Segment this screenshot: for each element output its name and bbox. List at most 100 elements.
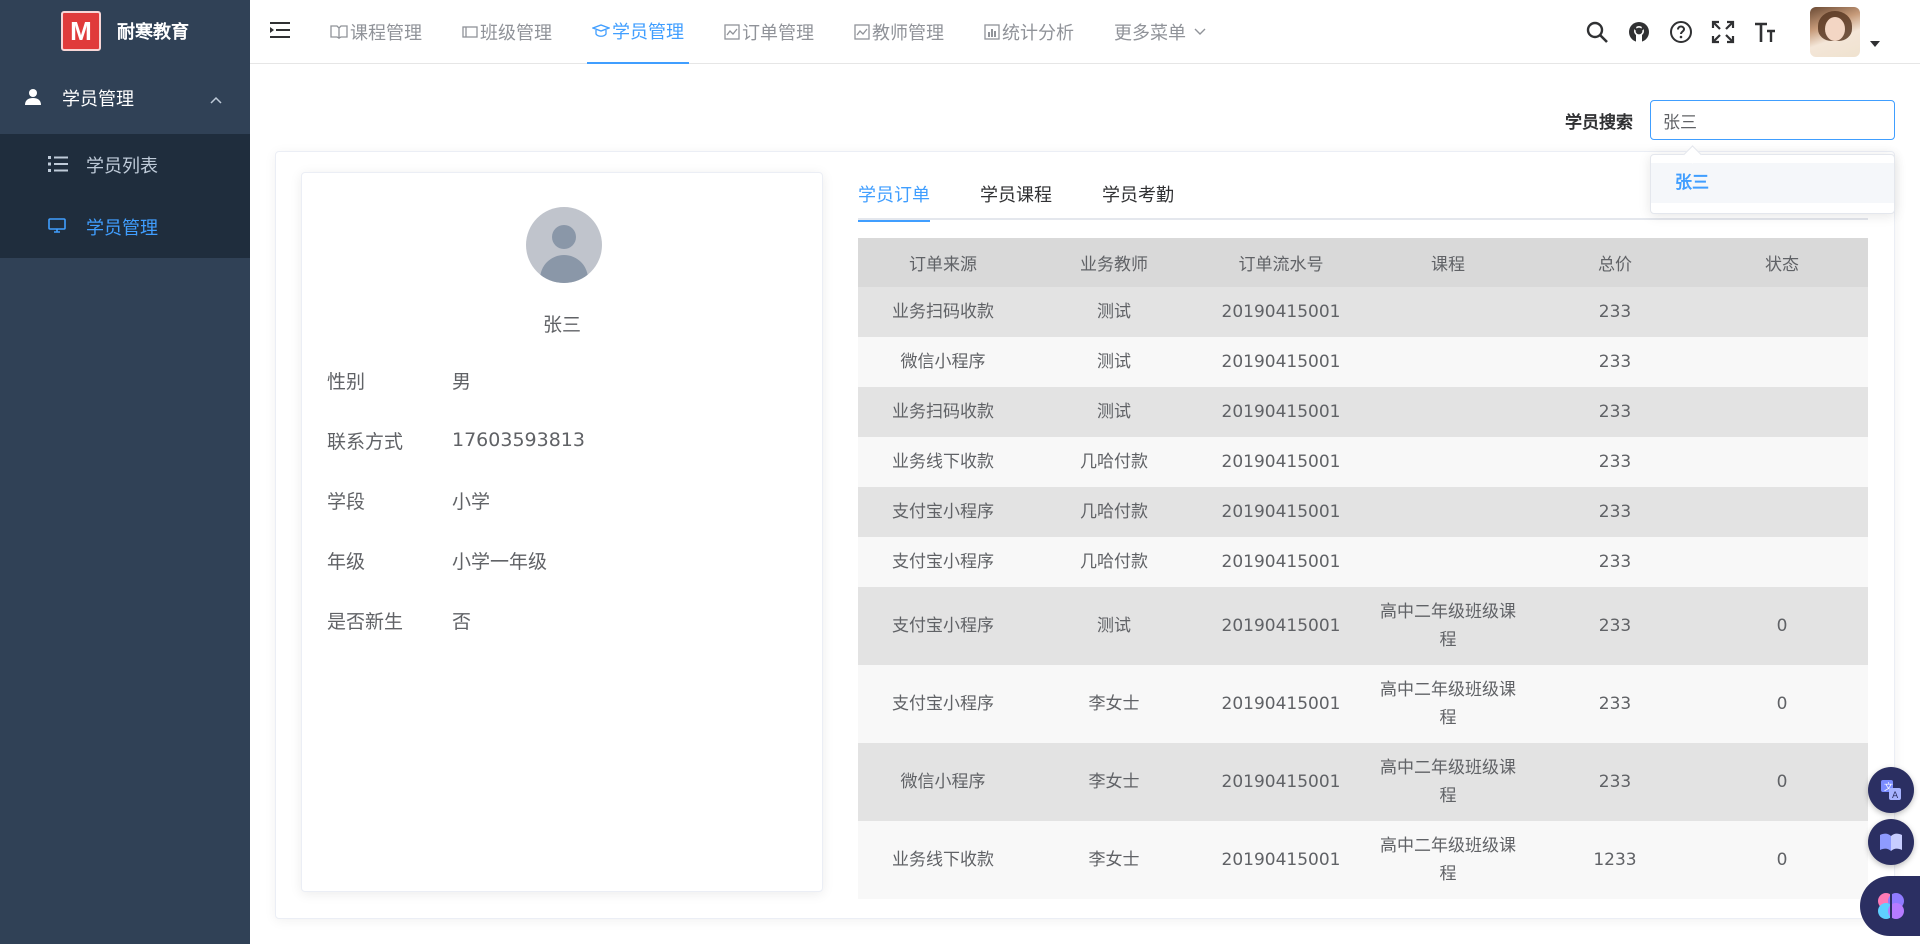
table-cell: 业务线下收款: [858, 437, 1028, 487]
tag-icon: [462, 25, 478, 39]
table-cell: 李女士: [1028, 665, 1200, 743]
table-cell: 233: [1534, 587, 1696, 665]
nav-course[interactable]: 课程管理: [325, 0, 427, 64]
table-cell: 0: [1696, 665, 1868, 743]
table-cell: 233: [1534, 537, 1696, 587]
table-row[interactable]: 微信小程序 测试 20190415001 233: [858, 337, 1868, 387]
table-row[interactable]: 支付宝小程序 测试 20190415001 高中二年级班级课程 233 0: [858, 587, 1868, 665]
nav-order[interactable]: 订单管理: [719, 0, 819, 64]
table-row[interactable]: 微信小程序 李女士 20190415001 高中二年级班级课程 233 0: [858, 743, 1868, 821]
profile-field-grade: 年级 小学一年级: [327, 545, 547, 575]
table-cell: 233: [1534, 665, 1696, 743]
table-cell: 支付宝小程序: [858, 665, 1028, 743]
topbar: 课程管理 班级管理 学员管理 订单管理 教师管理 统计分析 更多菜单: [250, 0, 1920, 64]
field-key: 是否新生: [327, 610, 404, 633]
bars-icon: [984, 24, 1000, 40]
book-icon: [330, 24, 348, 40]
reader-fab[interactable]: [1868, 819, 1914, 865]
table-cell: 20190415001: [1200, 287, 1362, 337]
table-cell: 20190415001: [1200, 665, 1362, 743]
sidebar-submenu: 学员列表 学员管理: [0, 134, 250, 258]
table-cell: 0: [1696, 821, 1868, 899]
orders-table: 订单来源 业务教师 订单流水号 课程 总价 状态 业务扫码收款 测试 2019041…: [858, 238, 1868, 899]
table-cell: [1362, 287, 1534, 337]
table-cell: 20190415001: [1200, 437, 1362, 487]
suggestion-item[interactable]: 张三: [1651, 163, 1894, 203]
table-cell: 几哈付款: [1028, 437, 1200, 487]
logo[interactable]: M 耐寒教育: [0, 0, 250, 62]
top-nav: 课程管理 班级管理 学员管理 订单管理 教师管理 统计分析 更多菜单: [325, 0, 1241, 64]
table-row[interactable]: 业务扫码收款 测试 20190415001 233: [858, 287, 1868, 337]
field-key: 性别: [327, 370, 366, 393]
tab-attendance[interactable]: 学员考勤: [1102, 172, 1174, 220]
table-row[interactable]: 业务线下收款 几哈付款 20190415001 233: [858, 437, 1868, 487]
column-header: 课程: [1362, 238, 1534, 287]
table-row[interactable]: 业务线下收款 李女士 20190415001 高中二年级班级课程 1233 0: [858, 821, 1868, 899]
help-icon[interactable]: [1660, 11, 1702, 53]
brain-icon: [1878, 893, 1904, 919]
avatar[interactable]: [1810, 7, 1860, 57]
field-value: 小学一年级: [452, 550, 548, 573]
search-label: 学员搜索: [1565, 113, 1633, 133]
table-cell: [1696, 537, 1868, 587]
column-header: 总价: [1534, 238, 1696, 287]
monitor-icon: [48, 217, 68, 237]
table-cell: 1233: [1534, 821, 1696, 899]
table-cell: 测试: [1028, 287, 1200, 337]
table-cell: 测试: [1028, 587, 1200, 665]
search-icon[interactable]: [1576, 11, 1618, 53]
svg-text:A: A: [1892, 791, 1899, 801]
nav-statistics[interactable]: 统计分析: [979, 0, 1079, 64]
table-row[interactable]: 支付宝小程序 几哈付款 20190415001 233: [858, 537, 1868, 587]
nav-teacher[interactable]: 教师管理: [849, 0, 949, 64]
sidebar-item-student-list[interactable]: 学员列表: [0, 134, 250, 196]
field-key: 联系方式: [327, 430, 404, 453]
chart-icon: [724, 24, 740, 40]
table-cell: 20190415001: [1200, 821, 1362, 899]
chevron-down-icon: [1194, 28, 1206, 36]
nav-label: 更多菜单: [1114, 23, 1186, 44]
table-row[interactable]: 支付宝小程序 李女士 20190415001 高中二年级班级课程 233 0: [858, 665, 1868, 743]
table-cell: 测试: [1028, 337, 1200, 387]
sidebar-item-student-manage[interactable]: 学员管理: [0, 196, 250, 258]
nav-more[interactable]: 更多菜单: [1109, 0, 1211, 64]
user-icon: [24, 88, 44, 108]
table-cell: 0: [1696, 587, 1868, 665]
nav-label: 班级管理: [480, 23, 552, 44]
profile-field-phone: 联系方式 17603593813: [327, 425, 585, 455]
field-value: 小学: [452, 490, 491, 513]
search-input[interactable]: [1650, 100, 1895, 140]
profile-field-gender: 性别 男: [327, 365, 471, 395]
assistant-fab[interactable]: [1860, 876, 1920, 936]
table-cell: 高中二年级班级课程: [1362, 665, 1534, 743]
table-cell: [1362, 537, 1534, 587]
graduate-icon: [592, 23, 610, 39]
profile-avatar: [526, 207, 602, 283]
nav-class[interactable]: 班级管理: [457, 0, 557, 64]
table-cell: 业务线下收款: [858, 821, 1028, 899]
tab-courses[interactable]: 学员课程: [980, 172, 1052, 220]
github-icon[interactable]: [1618, 11, 1660, 53]
fullscreen-icon[interactable]: [1702, 11, 1744, 53]
user-menu[interactable]: [1810, 7, 1880, 57]
nav-student[interactable]: 学员管理: [587, 0, 689, 64]
table-cell: 233: [1534, 487, 1696, 537]
translate-fab[interactable]: 文A: [1868, 767, 1914, 813]
field-value: 男: [452, 370, 472, 393]
table-row[interactable]: 支付宝小程序 几哈付款 20190415001 233: [858, 487, 1868, 537]
chart-icon: [854, 24, 870, 40]
hamburger-icon[interactable]: [270, 20, 292, 45]
table-cell: 李女士: [1028, 743, 1200, 821]
table-cell: 233: [1534, 743, 1696, 821]
table-row[interactable]: 业务扫码收款 测试 20190415001 233: [858, 387, 1868, 437]
chevron-up-icon: [210, 88, 222, 109]
tab-orders[interactable]: 学员订单: [858, 172, 930, 222]
sidebar-group-student[interactable]: 学员管理: [0, 62, 250, 134]
nav-label: 教师管理: [872, 23, 944, 44]
table-cell: 业务扫码收款: [858, 287, 1028, 337]
font-size-icon[interactable]: [1744, 11, 1786, 53]
caret-down-icon: [1870, 32, 1880, 52]
column-header: 状态: [1696, 238, 1868, 287]
column-header: 业务教师: [1028, 238, 1200, 287]
field-key: 学段: [327, 490, 366, 513]
